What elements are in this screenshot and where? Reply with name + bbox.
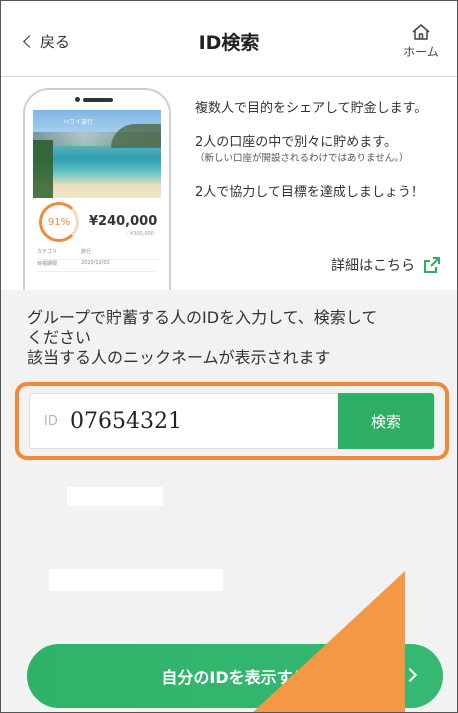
page-title: ID検索 — [198, 32, 260, 54]
beach-photo: ハワイ旅行 — [33, 110, 161, 198]
phone-speaker — [83, 98, 113, 102]
instruction-line: ください — [27, 328, 92, 347]
promo-line-3: 2人で協力して目標を達成しましょう！ — [195, 184, 424, 200]
redacted-area — [67, 487, 163, 506]
target-amount: ／¥300,000 — [125, 231, 154, 237]
external-link-icon — [424, 257, 440, 273]
phone-row-value: 旅行 — [81, 249, 92, 255]
search-instruction: グループで貯蓄する人のIDを入力して、検索して ください 該当する人のニックネー… — [27, 308, 437, 368]
promo-description: 複数人で目的をシェアして貯金します。 2人の口座の中で別々に貯めます。 （新しい… — [195, 100, 445, 201]
detail-link[interactable]: 詳細はこちら — [331, 255, 441, 275]
phone-row: カテゴリ 旅行 — [37, 248, 157, 260]
search-panel: グループで貯蓄する人のIDを入力して、検索して ください 該当する人のニックネー… — [1, 290, 457, 712]
instruction-line: グループで貯蓄する人のIDを入力して、検索して — [27, 308, 378, 327]
promo-section: ハワイ旅行 91% ¥240,000 ／¥300,000 カテゴリ 旅行 目標期… — [1, 78, 457, 290]
phone-row-value: 2020/12/01 — [81, 260, 110, 266]
id-search-field: ID 07654321 検索 — [29, 393, 435, 449]
instruction-line: 該当する人のニックネームが表示されます — [27, 348, 331, 367]
show-my-id-button[interactable]: 自分のIDを表示する — [27, 644, 443, 708]
chevron-right-icon — [402, 667, 418, 683]
home-label: ホーム — [403, 45, 439, 59]
phone-row: 目標期限 2020/12/01 — [37, 260, 157, 272]
phone-detail-rows: カテゴリ 旅行 目標期限 2020/12/01 — [37, 248, 157, 272]
phone-row-label: 目標期限 — [37, 261, 58, 267]
progress-percent: 91% — [47, 216, 71, 228]
header-bar: 戻る ID検索 ホーム — [1, 1, 457, 77]
phone-goal-title: ハワイ旅行 — [63, 119, 94, 126]
show-my-id-label: 自分のIDを表示する — [161, 668, 309, 687]
redacted-area — [49, 569, 223, 591]
home-button[interactable]: ホーム — [397, 23, 445, 60]
id-field-label: ID — [44, 413, 58, 429]
search-highlight-frame: ID 07654321 検索 — [15, 382, 449, 460]
promo-line-1: 複数人で目的をシェアして貯金します。 — [195, 101, 428, 116]
detail-link-label: 詳細はこちら — [331, 258, 415, 274]
promo-line-2: 2人の口座の中で別々に貯めます。 — [195, 134, 397, 150]
phone-illustration: ハワイ旅行 91% ¥240,000 ／¥300,000 カテゴリ 旅行 目標期… — [23, 88, 171, 290]
search-button[interactable]: 検索 — [338, 393, 434, 449]
saved-amount: ¥240,000 — [89, 214, 158, 229]
app-frame: 戻る ID検索 ホーム ハワイ旅行 91% ¥240,000 ／¥300,000… — [0, 0, 458, 713]
promo-line-2-note: （新しい口座が開設されるわけではありません。） — [195, 153, 409, 165]
phone-camera — [75, 97, 80, 102]
palm-trees — [33, 140, 53, 198]
diamond-head-hill — [111, 124, 161, 148]
progress-ring: 91% — [39, 202, 79, 242]
phone-screen: ハワイ旅行 91% ¥240,000 ／¥300,000 カテゴリ 旅行 目標期… — [33, 110, 161, 290]
phone-row-label: カテゴリ — [37, 249, 58, 255]
home-icon — [412, 24, 430, 40]
id-input[interactable]: 07654321 — [70, 409, 338, 434]
